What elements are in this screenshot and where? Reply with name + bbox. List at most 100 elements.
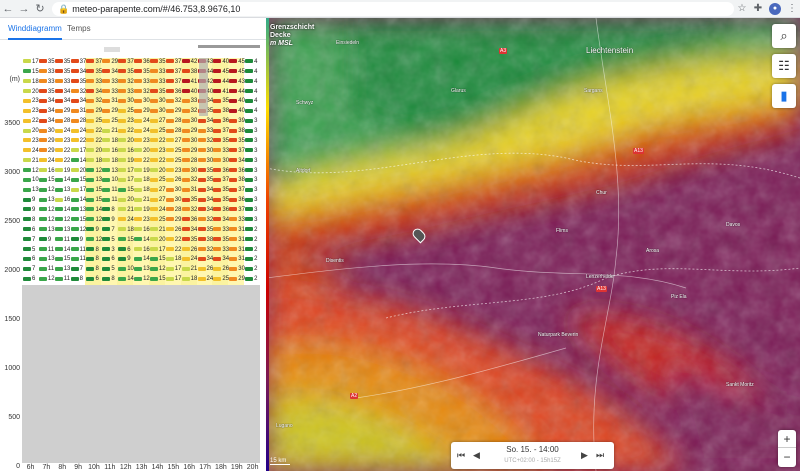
wind-cell: 11 bbox=[38, 247, 54, 254]
wind-speed-value: 12 bbox=[63, 216, 71, 223]
wind-cell: 12 bbox=[86, 168, 102, 175]
wind-cell: 16 bbox=[134, 247, 150, 254]
hour-tick-label: 16h bbox=[183, 464, 195, 471]
zoom-out-button[interactable]: − bbox=[778, 448, 796, 466]
wind-arrow-icon bbox=[181, 256, 190, 261]
wind-speed-value: 22 bbox=[63, 147, 71, 154]
wind-cell: 35 bbox=[197, 168, 213, 175]
wind-speed-value: 25 bbox=[127, 108, 134, 115]
wind-cell: 35 bbox=[70, 79, 86, 86]
wind-arrow-icon bbox=[181, 167, 190, 172]
wind-speed-value: 12 bbox=[95, 236, 103, 243]
wind-speed-value: 34 bbox=[79, 68, 87, 75]
time-label[interactable]: So. 15. - 14:00 bbox=[451, 445, 614, 454]
wind-arrow-icon bbox=[229, 177, 238, 182]
wind-cell: 15 bbox=[86, 187, 102, 194]
wind-speed-value: 45 bbox=[222, 68, 230, 75]
wind-speed-value: 25 bbox=[222, 276, 230, 283]
menu-icon[interactable]: ⋮ bbox=[784, 3, 800, 14]
wind-cell: 32 bbox=[197, 247, 213, 254]
wind-speed-value: 21 bbox=[158, 226, 166, 233]
wind-arrow-icon bbox=[102, 276, 111, 281]
wind-cell: 15 bbox=[118, 187, 134, 194]
search-button[interactable]: ⌕ bbox=[772, 24, 796, 48]
wind-speed-value: 2 bbox=[254, 276, 258, 283]
wind-speed-value: 15 bbox=[127, 236, 134, 243]
wind-speed-value: 33 bbox=[190, 98, 198, 105]
wind-arrow-icon bbox=[229, 246, 238, 251]
address-bar[interactable]: 🔒 meteo-parapente.com/#/46.753,8.9676,10 bbox=[52, 1, 734, 16]
y-tick-label: 3500 bbox=[4, 120, 20, 127]
wind-cell: 7 bbox=[23, 266, 35, 273]
wind-cell: 24 bbox=[149, 207, 166, 214]
wind-cell: 11 bbox=[54, 276, 70, 283]
wind-cell: 30 bbox=[197, 148, 213, 155]
settings-button[interactable]: ☷ bbox=[772, 54, 796, 78]
wind-arrow-icon bbox=[70, 256, 79, 261]
wind-arrow-icon bbox=[229, 69, 238, 74]
wind-speed-value: 6 bbox=[127, 246, 131, 253]
wind-arrow-icon bbox=[149, 246, 158, 251]
wind-cell: 18 bbox=[102, 158, 118, 165]
wind-arrow-icon bbox=[38, 98, 47, 103]
wind-speed-value: 21 bbox=[127, 207, 134, 214]
wind-arrow-icon bbox=[86, 118, 95, 123]
wind-cell: 28 bbox=[165, 118, 181, 125]
wind-speed-value: 11 bbox=[79, 256, 86, 263]
wind-speed-value: 15 bbox=[95, 197, 103, 204]
wind-cell: 38 bbox=[229, 177, 245, 184]
wind-arrow-icon bbox=[86, 128, 95, 133]
next-frame-icon[interactable]: ▶ bbox=[581, 450, 588, 461]
wind-cell: 37 bbox=[229, 148, 245, 155]
wind-cell: 20 bbox=[134, 148, 150, 155]
wind-cell: 22 bbox=[54, 147, 71, 155]
wind-cell: 34 bbox=[197, 256, 213, 263]
wind-speed-value: 16 bbox=[143, 246, 150, 253]
wind-arrow-icon bbox=[197, 128, 206, 133]
back-icon[interactable]: ← bbox=[0, 3, 16, 15]
wind-cell: 36 bbox=[213, 207, 229, 214]
tab-winddiagramm[interactable]: Winddiagramm bbox=[8, 24, 62, 40]
wind-speed-value: 8 bbox=[111, 276, 115, 283]
wind-arrow-icon bbox=[213, 138, 222, 143]
bookmark-star-icon[interactable]: ☆ bbox=[734, 3, 750, 14]
wind-cell: 37 bbox=[118, 59, 134, 66]
wind-cell: 13 bbox=[102, 168, 118, 175]
forward-icon[interactable]: → bbox=[16, 3, 32, 15]
wind-arrow-icon bbox=[165, 217, 174, 222]
wind-cell: 37 bbox=[213, 177, 229, 184]
wind-arrow-icon bbox=[134, 207, 143, 212]
map-view[interactable]: Grenzschicht Decke m MSL Einsiedeln Liec… bbox=[266, 18, 800, 471]
y-tick-label: 1500 bbox=[4, 316, 20, 323]
y-tick-label: 2500 bbox=[4, 218, 20, 225]
wind-arrow-icon bbox=[134, 158, 143, 163]
wind-speed-value: 33 bbox=[222, 147, 230, 154]
wind-speed-value: 37 bbox=[95, 59, 103, 65]
tab-temps[interactable]: Temps bbox=[67, 24, 91, 33]
wind-speed-value: 30 bbox=[47, 128, 55, 135]
wind-arrow-icon bbox=[54, 59, 63, 64]
last-frame-icon[interactable]: ⏭ bbox=[596, 450, 604, 461]
wind-arrow-icon bbox=[118, 148, 127, 153]
wind-arrow-icon bbox=[197, 217, 206, 222]
wind-arrow-icon bbox=[86, 158, 95, 163]
zoom-in-button[interactable]: + bbox=[778, 430, 796, 448]
wind-speed-value: 3 bbox=[254, 157, 258, 164]
wind-cell: 5 bbox=[23, 247, 35, 254]
wind-speed-value: 17 bbox=[79, 187, 87, 194]
wind-cell: 17 bbox=[70, 148, 86, 155]
wind-cell: 3 bbox=[245, 187, 257, 194]
wind-arrow-icon bbox=[134, 98, 143, 103]
wind-arrow-icon bbox=[54, 237, 63, 242]
selected-hour-cursor[interactable] bbox=[199, 58, 208, 116]
wind-cell: 28 bbox=[70, 118, 86, 125]
wind-speed-value: 13 bbox=[63, 266, 71, 273]
extensions-icon[interactable]: ✚ bbox=[750, 3, 766, 14]
wind-cell: 31 bbox=[102, 98, 118, 105]
wind-cell: 6 bbox=[102, 256, 115, 263]
reload-icon[interactable]: ↻ bbox=[32, 2, 48, 15]
wind-arrow-icon bbox=[86, 108, 95, 113]
wind-cell: 27 bbox=[149, 118, 166, 125]
avatar[interactable]: ● bbox=[769, 2, 781, 15]
chart-button[interactable]: ▮ bbox=[772, 84, 796, 108]
